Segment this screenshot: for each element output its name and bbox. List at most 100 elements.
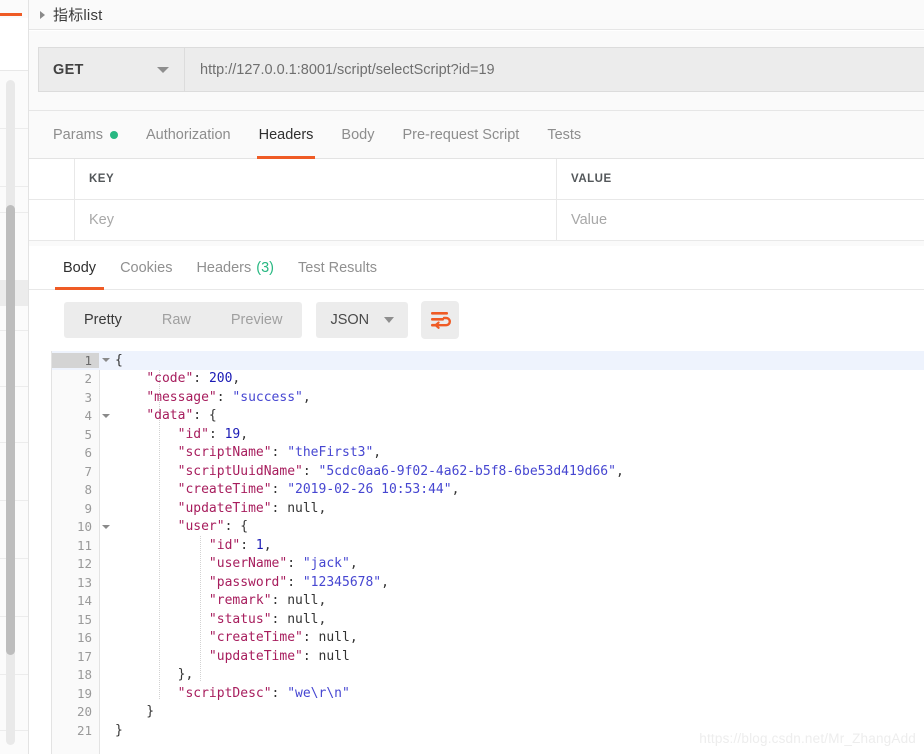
- column-header-key: KEY: [75, 159, 557, 199]
- line-number: 16: [76, 630, 92, 646]
- table-row[interactable]: Key Value: [29, 200, 924, 241]
- code-token-pun: :: [302, 648, 319, 664]
- code-line[interactable]: 5 "id": 19,: [52, 425, 924, 444]
- code-token-pun: ,: [381, 574, 389, 590]
- tab-headers[interactable]: Headers: [245, 111, 328, 159]
- line-number: 8: [84, 482, 92, 498]
- request-response-panel: 指标list GET http://127.0.0.1:8001/script/…: [29, 0, 924, 754]
- line-number: 12: [76, 556, 92, 572]
- http-method-select[interactable]: GET: [38, 47, 184, 92]
- code-token-pun: [115, 538, 209, 553]
- response-headers-count: (3): [256, 259, 274, 276]
- code-line[interactable]: 18 },: [52, 666, 924, 685]
- tab-tests[interactable]: Tests: [533, 111, 595, 159]
- column-header-key-label: KEY: [89, 173, 115, 185]
- line-number: 2: [84, 371, 92, 387]
- view-mode-preview[interactable]: Preview: [211, 302, 303, 338]
- line-number: 15: [76, 611, 92, 627]
- table-header-row: KEY VALUE: [29, 159, 924, 200]
- code-token-pun: [115, 464, 178, 479]
- code-token-str: "2019-02-26 10:53:44": [287, 482, 452, 498]
- word-wrap-icon: [431, 312, 452, 329]
- code-line[interactable]: 10 "user": {: [52, 518, 924, 537]
- view-mode-group: Pretty Raw Preview: [64, 302, 303, 338]
- url-input[interactable]: http://127.0.0.1:8001/script/selectScrip…: [184, 47, 924, 92]
- code-token-pun: ,: [615, 463, 624, 479]
- code-token-pun: ,: [349, 556, 358, 572]
- response-tab-body[interactable]: Body: [51, 246, 108, 290]
- fold-toggle-icon[interactable]: [102, 413, 110, 418]
- code-line-text: "createTime": "2019-02-26 10:53:44",: [99, 482, 460, 498]
- code-line[interactable]: 6 "scriptName": "theFirst3",: [52, 444, 924, 463]
- code-token-key: "createTime": [208, 630, 303, 646]
- code-token-key: "updateTime": [208, 648, 303, 664]
- code-token-str: "we\r\n": [287, 685, 350, 701]
- column-header-value-label: VALUE: [571, 173, 612, 185]
- response-body-editor[interactable]: 1{2 "code": 200, 3 "message": "success", 4…: [51, 351, 924, 754]
- code-line[interactable]: 17 "updateTime": null: [52, 647, 924, 666]
- code-line[interactable]: 15 "status": null,: [52, 610, 924, 629]
- code-line[interactable]: 8 "createTime": "2019-02-26 10:53:44",: [52, 481, 924, 500]
- line-number: 4: [52, 408, 110, 423]
- line-number: 14: [76, 593, 92, 609]
- code-line-text: },: [99, 667, 194, 682]
- code-line[interactable]: 16 "createTime": null,: [52, 629, 924, 648]
- key-input-cell[interactable]: Key: [75, 200, 557, 240]
- code-token-key: "scriptName": [177, 445, 272, 461]
- code-token-key: "scriptUuidName": [177, 463, 303, 479]
- code-line[interactable]: 7 "scriptUuidName": "5cdc0aa6-9f02-4a62-…: [52, 462, 924, 481]
- view-mode-pretty[interactable]: Pretty: [64, 302, 142, 338]
- code-line[interactable]: 9 "updateTime": null,: [52, 499, 924, 518]
- code-token-pun: [115, 445, 178, 460]
- fold-toggle-icon[interactable]: [102, 524, 110, 529]
- code-token-pun: :: [287, 556, 303, 572]
- response-tab-cookies[interactable]: Cookies: [108, 246, 184, 290]
- code-line[interactable]: 14 "remark": null,: [52, 592, 924, 611]
- chevron-down-icon[interactable]: [157, 66, 169, 73]
- code-token-str: "jack": [302, 556, 350, 572]
- tab-authorization[interactable]: Authorization: [132, 111, 245, 159]
- line-number: 11: [76, 537, 92, 553]
- value-input-cell[interactable]: Value: [557, 200, 924, 240]
- tab-pre-request-script[interactable]: Pre-request Script: [388, 111, 533, 159]
- code-line[interactable]: 19 "scriptDesc": "we\r\n": [52, 684, 924, 703]
- header-checkbox-column: [29, 159, 75, 199]
- code-line-text: "remark": null,: [99, 593, 326, 608]
- url-bar-zone: GET http://127.0.0.1:8001/script/selectS…: [29, 31, 924, 111]
- code-line[interactable]: 13 "password": "12345678",: [52, 573, 924, 592]
- code-line[interactable]: 11 "id": 1,: [52, 536, 924, 555]
- code-line[interactable]: 2 "code": 200,: [52, 370, 924, 389]
- response-format-select[interactable]: JSON: [316, 302, 409, 338]
- code-line[interactable]: 4 "data": {: [52, 407, 924, 426]
- code-token-pun: }: [115, 704, 155, 720]
- code-line[interactable]: 20 }: [52, 703, 924, 722]
- code-token-pun: [115, 408, 146, 423]
- collection-header[interactable]: 指标list: [29, 0, 924, 30]
- code-token-pun: ,: [263, 537, 272, 553]
- fold-toggle-icon[interactable]: [102, 358, 110, 363]
- view-mode-raw[interactable]: Raw: [142, 302, 211, 338]
- code-token-str: "theFirst3": [287, 445, 374, 461]
- triangle-right-icon[interactable]: [40, 10, 45, 19]
- code-token-key: "password": [208, 574, 288, 590]
- code-token-pun: [115, 686, 178, 701]
- code-line-text: "data": {: [99, 408, 216, 423]
- tab-params[interactable]: Params: [39, 111, 132, 159]
- code-line-text: "userName": "jack",: [99, 556, 358, 571]
- sidebar-panel: [0, 0, 29, 754]
- chevron-down-icon[interactable]: [384, 317, 395, 323]
- code-line[interactable]: 3 "message": "success",: [52, 388, 924, 407]
- code-token-pun: [115, 593, 209, 608]
- code-line[interactable]: 12 "userName": "jack",: [52, 555, 924, 574]
- code-line[interactable]: 1{: [52, 351, 924, 370]
- row-checkbox-cell[interactable]: [29, 200, 75, 240]
- sidebar-scrollbar-thumb[interactable]: [6, 205, 15, 655]
- code-token-pun: [115, 482, 178, 497]
- code-token-key: "id": [208, 537, 241, 553]
- response-tab-headers[interactable]: Headers (3): [184, 246, 286, 290]
- code-token-pun: :: [193, 371, 209, 387]
- response-tab-test-results[interactable]: Test Results: [286, 246, 389, 290]
- word-wrap-button[interactable]: [421, 301, 460, 339]
- code-token-num: 200: [208, 371, 233, 387]
- tab-body[interactable]: Body: [327, 111, 388, 159]
